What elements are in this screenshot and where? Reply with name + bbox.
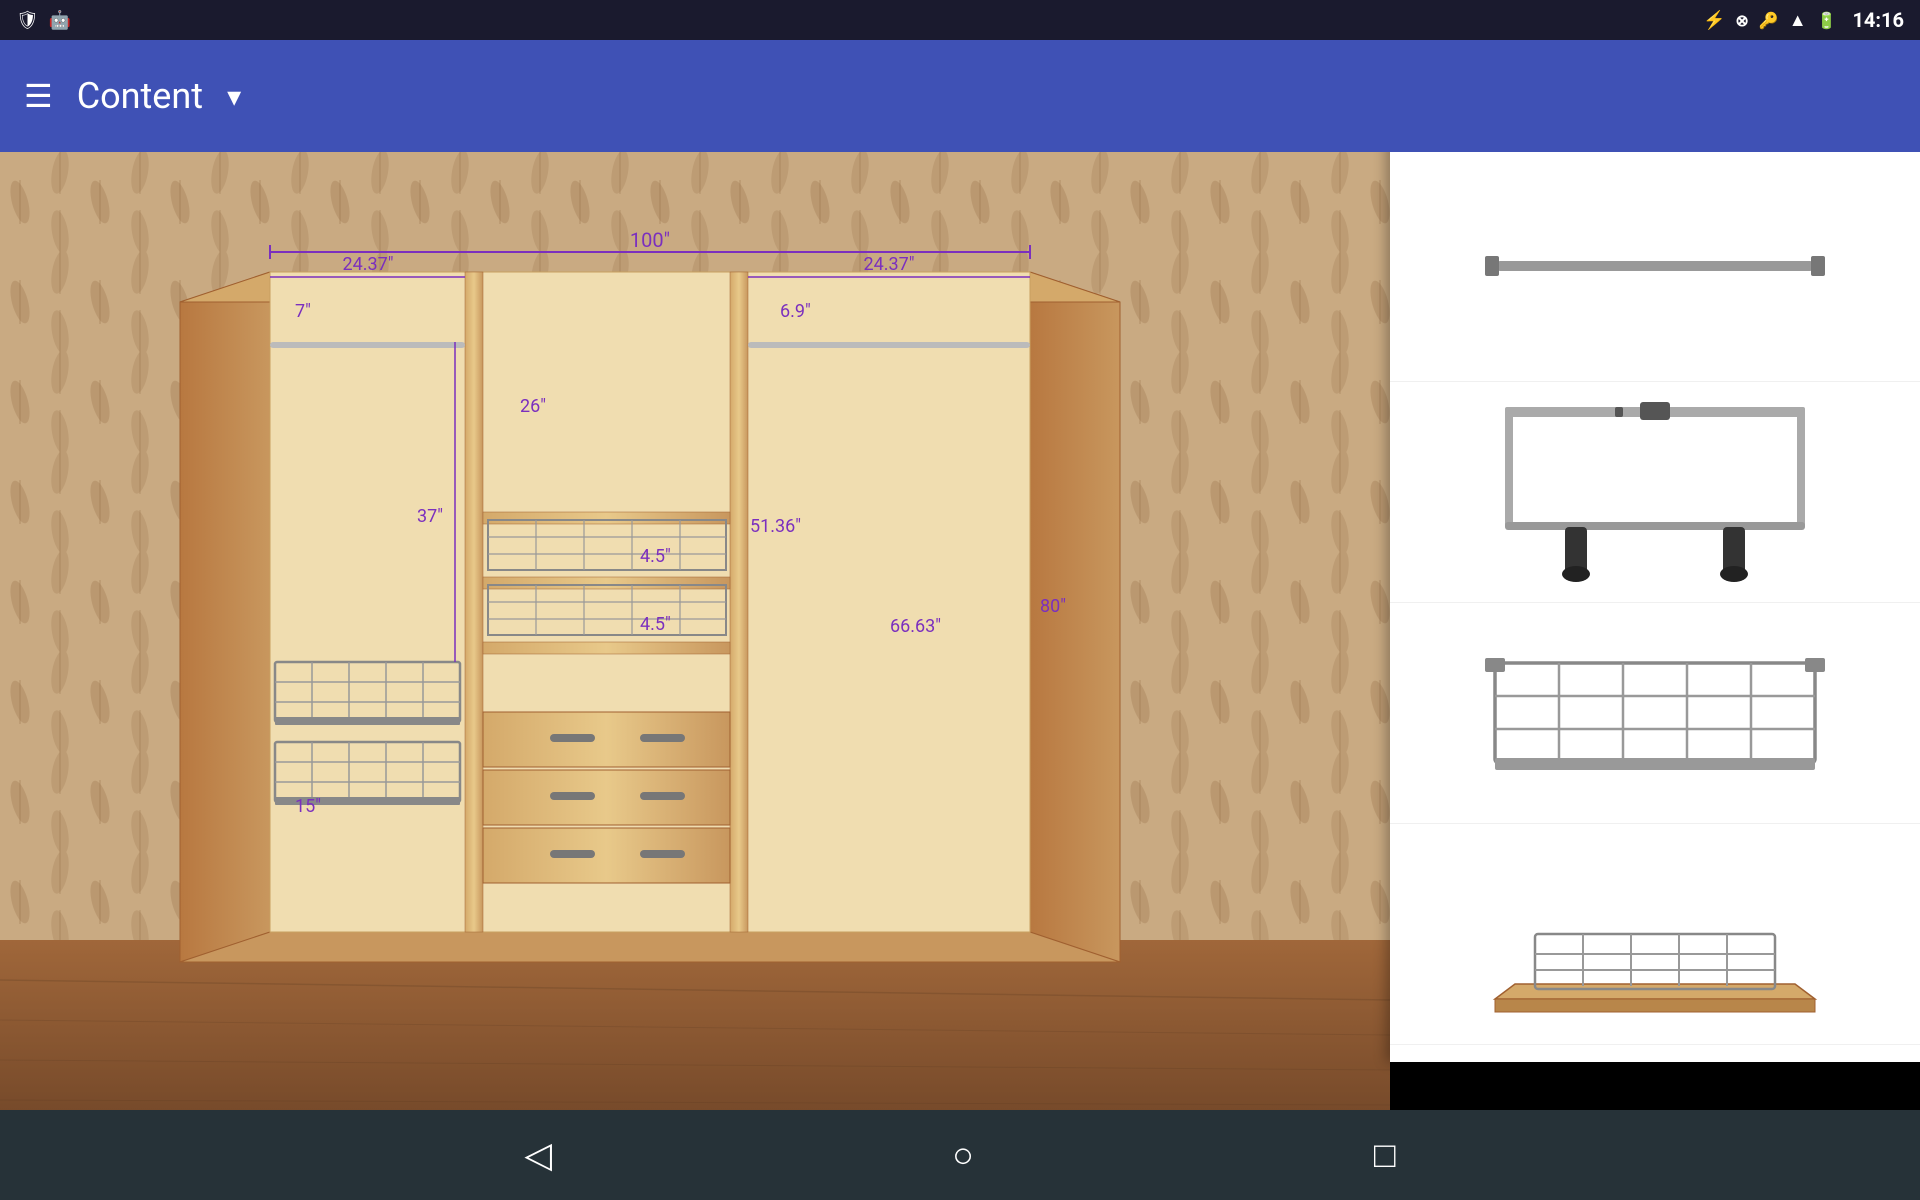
svg-text:26": 26" [520,396,546,417]
status-bar: 🛡 🤖 ⚡ ⊗ 🔑 ▲ 🔋 14:16 [0,0,1920,40]
svg-text:4.5": 4.5" [640,614,671,635]
svg-text:4.5": 4.5" [640,546,671,567]
unit-item-rod[interactable] [1390,161,1920,382]
content-dropdown[interactable]: ▾ [227,80,241,113]
unit-item-basket[interactable] [1390,603,1920,824]
unit-image-basket [1475,623,1835,803]
back-button[interactable]: ◁ [524,1134,552,1176]
svg-text:80": 80" [1040,596,1066,617]
main-3d-view: 100" 24.37" 7" 26" 37" 4.5" 4.5" 51.36" … [0,152,1390,1160]
unit-image-shelf-basket [1475,844,1835,1024]
svg-text:24.37": 24.37" [343,254,394,275]
android-icon: 🤖 [49,10,71,31]
unit-item-pulldown[interactable] [1390,382,1920,603]
nav-bar: ◁ ○ □ [0,1110,1920,1200]
svg-text:15": 15" [295,796,321,817]
unit-item-shelf-basket[interactable] [1390,824,1920,1045]
svg-text:6.9": 6.9" [780,301,811,322]
status-left-icons: 🛡 🤖 [16,10,71,31]
closet-3d-model: 100" 24.37" 7" 26" 37" 4.5" 4.5" 51.36" … [130,212,1230,992]
svg-text:51.36": 51.36" [750,516,801,537]
bluetooth-icon: ⚡ [1703,10,1725,31]
battery-icon: 🔋 [1817,11,1837,30]
wifi-icon: ▲ [1789,10,1807,31]
home-button[interactable]: ○ [952,1134,974,1176]
signal-icon: ⊗ [1735,11,1748,30]
unit-image-pulldown [1475,402,1835,582]
app-bar: ☰ Content ▾ [0,40,1920,152]
app-title: Content [77,75,203,117]
shield-icon: 🛡 [16,10,39,31]
svg-text:66.63": 66.63" [890,616,941,637]
recents-button[interactable]: □ [1374,1134,1396,1176]
svg-text:100": 100" [630,228,670,252]
status-right-icons: ⚡ ⊗ 🔑 ▲ 🔋 14:16 [1703,8,1904,32]
add-unit-panel: Add Unit × [1390,44,1920,1062]
unit-image-rod [1475,181,1835,361]
vpn-icon: 🔑 [1759,11,1779,30]
clock: 14:16 [1852,8,1904,32]
svg-text:37": 37" [417,506,443,527]
panel-items-list [1390,145,1920,1062]
svg-text:7": 7" [295,301,311,322]
svg-text:24.37": 24.37" [864,254,915,275]
menu-button[interactable]: ☰ [24,77,53,115]
